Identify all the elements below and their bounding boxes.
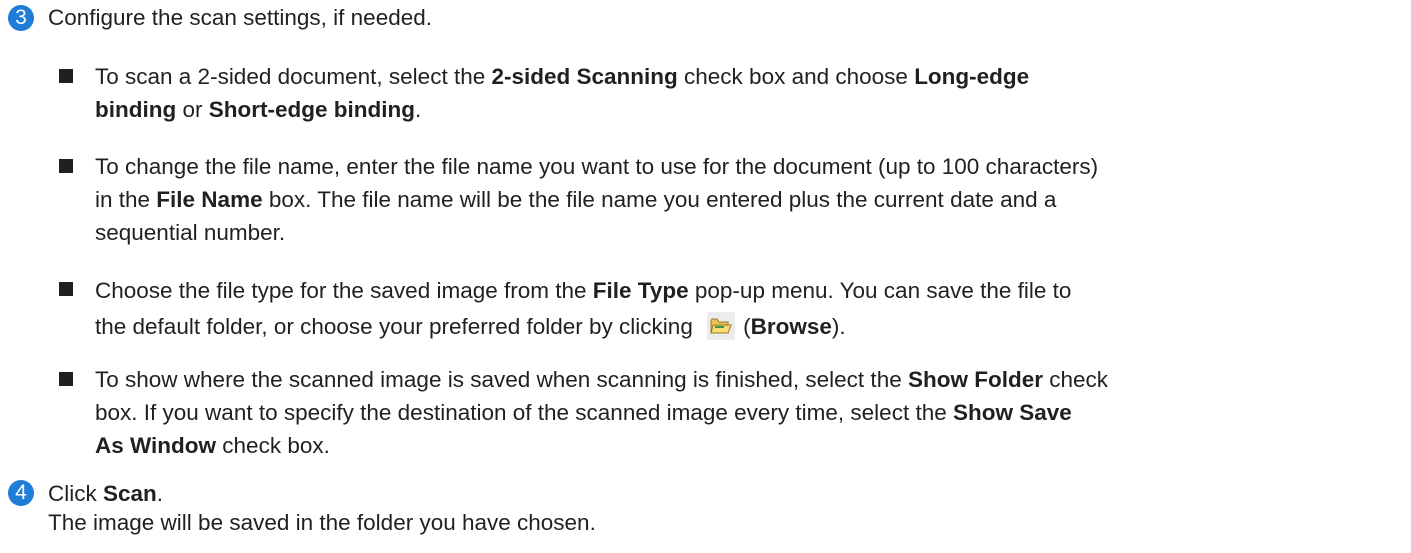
step-3-heading: Configure the scan settings, if needed. [48, 5, 432, 30]
step-4-heading: Click Scan. [48, 481, 164, 506]
bullet-file-name: To change the file name, enter the file … [95, 150, 1395, 249]
step-3-badge: 3 [8, 5, 34, 31]
bullet-show-folder: To show where the scanned image is saved… [95, 363, 1395, 462]
bullet-file-type: Choose the file type for the saved image… [95, 273, 1395, 345]
step-4-badge: 4 [8, 480, 34, 506]
bullet-2-sided: To scan a 2-sided document, select the 2… [95, 60, 1395, 126]
text-line: Choose the file type for the saved image… [95, 278, 1072, 303]
bullet-marker [59, 159, 73, 173]
text-line: binding or Short-edge binding. [95, 97, 422, 122]
text-line: As Window check box. [95, 433, 330, 458]
text-line: in the File Name box. The file name will… [95, 187, 1057, 212]
text-line: To change the file name, enter the file … [95, 154, 1099, 179]
bullet-marker [59, 282, 73, 296]
bullet-marker [59, 372, 73, 386]
text-line: box. If you want to specify the destinat… [95, 400, 1072, 425]
step-4-result-text: The image will be saved in the folder yo… [48, 510, 596, 535]
folder-browse-icon[interactable] [707, 312, 736, 341]
text-line: the default folder, or choose your prefe… [95, 312, 846, 341]
text-line: To scan a 2-sided document, select the 2… [95, 64, 1030, 89]
text-line: To show where the scanned image is saved… [95, 367, 1108, 392]
bullet-marker [59, 69, 73, 83]
text-line: sequential number. [95, 220, 286, 245]
